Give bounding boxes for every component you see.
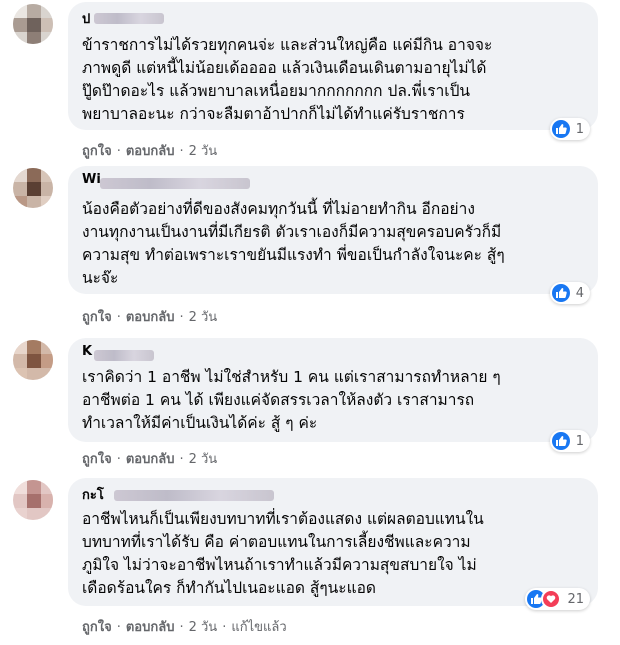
reply-button[interactable]: ตอบกลับ	[126, 140, 175, 161]
comment-text: เราคิดว่า 1 อาชีพ ไม่ใช่สำหรับ 1 คน แต่เ…	[82, 368, 501, 432]
blurred-name	[100, 178, 250, 189]
commenter-name[interactable]: Wi	[82, 172, 101, 187]
avatar[interactable]	[13, 168, 53, 208]
reaction-count: 21	[567, 591, 584, 607]
commenter-name[interactable]: กะโ	[82, 484, 104, 505]
like-icon	[551, 284, 570, 302]
reaction-count: 1	[575, 433, 584, 449]
comment-bubble: ป ข้าราชการไม่ได้รวยทุกคนจ่ะ และส่วนใหญ่…	[68, 2, 598, 140]
commenter-name[interactable]: ป	[82, 8, 90, 29]
commenter-name[interactable]: K	[82, 344, 92, 359]
comment-actions: ถูกใจ · ตอบกลับ · 2 วัน · แก้ไขแล้ว	[82, 616, 287, 637]
reply-button[interactable]: ตอบกลับ	[126, 616, 175, 637]
like-icon	[551, 432, 570, 450]
avatar[interactable]	[13, 340, 53, 380]
like-icon	[551, 120, 570, 138]
comment-actions: ถูกใจ · ตอบกลับ · 2 วัน	[82, 448, 217, 469]
timestamp[interactable]: 2 วัน	[189, 616, 218, 637]
like-button[interactable]: ถูกใจ	[82, 140, 112, 161]
reaction-summary[interactable]: 1	[549, 118, 590, 140]
comment-bubble: Wi น้องคือตัวอย่างที่ดีของสังคมทุกวันนี้…	[68, 166, 598, 304]
comment-actions: ถูกใจ · ตอบกลับ · 2 วัน	[82, 306, 217, 327]
comment-actions: ถูกใจ · ตอบกลับ · 2 วัน	[82, 140, 217, 161]
timestamp[interactable]: 2 วัน	[189, 448, 218, 469]
timestamp[interactable]: 2 วัน	[189, 306, 218, 327]
blurred-name	[94, 350, 154, 361]
love-icon	[541, 589, 562, 609]
like-button[interactable]: ถูกใจ	[82, 616, 112, 637]
reply-button[interactable]: ตอบกลับ	[126, 448, 175, 469]
blurred-name	[94, 13, 164, 24]
reaction-summary[interactable]: 1	[549, 430, 590, 452]
reaction-count: 4	[575, 285, 584, 301]
comment-bubble: กะโ อาชีพไหนก็เป็นเพียงบทบาทที่เราต้องแส…	[68, 478, 598, 610]
like-button[interactable]: ถูกใจ	[82, 306, 112, 327]
comment-bubble: K เราคิดว่า 1 อาชีพ ไม่ใช่สำหรับ 1 คน แต…	[68, 338, 598, 452]
timestamp[interactable]: 2 วัน	[189, 140, 218, 161]
avatar[interactable]	[13, 4, 53, 44]
avatar[interactable]	[13, 480, 53, 520]
reply-button[interactable]: ตอบกลับ	[126, 306, 175, 327]
like-button[interactable]: ถูกใจ	[82, 448, 112, 469]
reaction-summary[interactable]: 21	[525, 588, 590, 610]
reaction-summary[interactable]: 4	[549, 282, 590, 304]
comment-text: ข้าราชการไม่ได้รวยทุกคนจ่ะ และส่วนใหญ่คื…	[82, 36, 493, 123]
comment-text: อาชีพไหนก็เป็นเพียงบทบาทที่เราต้องแสดง แ…	[82, 510, 484, 597]
reaction-count: 1	[575, 121, 584, 137]
blurred-name	[114, 490, 274, 501]
edited-label[interactable]: แก้ไขแล้ว	[231, 616, 286, 637]
comment-text: น้องคือตัวอย่างที่ดีของสังคมทุกวันนี้ ที…	[82, 200, 505, 287]
